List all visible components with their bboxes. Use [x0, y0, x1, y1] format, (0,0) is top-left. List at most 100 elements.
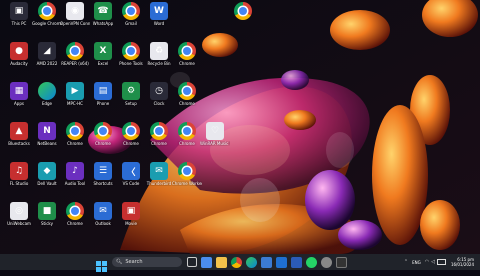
desktop-icon[interactable]: X Excel	[88, 42, 118, 72]
language-indicator[interactable]: ENG	[412, 260, 421, 265]
desktop-icon-label: Chrome	[151, 141, 167, 146]
desktop-icon[interactable]: W Word	[144, 2, 174, 32]
chrome-icon	[178, 82, 196, 100]
desktop-icon[interactable]: ♻ Recycle Bin	[144, 42, 174, 72]
app-icon: ⚙	[122, 82, 140, 100]
app-glyph: ⚙	[126, 86, 136, 96]
desktop-icon[interactable]: Chrome	[60, 202, 90, 232]
desktop-icon[interactable]: ◎ UniWebcam	[4, 202, 34, 232]
app-icon: ▣	[122, 202, 140, 220]
desktop-icon[interactable]: ▣ This PC	[4, 2, 34, 32]
desktop-icon-label: WinRAR Music Maker	[200, 141, 230, 146]
chrome-icon	[234, 2, 252, 20]
desktop-icon[interactable]: ☎ WhatsApp	[88, 2, 118, 32]
desktop-icon[interactable]: Chrome	[116, 122, 146, 152]
desktop-icon[interactable]: Chrome	[60, 122, 90, 152]
battery-icon[interactable]	[436, 259, 446, 265]
desktop-icon[interactable]: ⚙ Setup	[116, 82, 146, 112]
chrome-icon	[66, 42, 84, 60]
desktop-icon[interactable]: ☰ Shortcuts	[88, 162, 118, 192]
chrome-icon	[66, 202, 84, 220]
desktop-icon[interactable]: 〈 VS Code	[116, 162, 146, 192]
desktop-icon[interactable]: Google Chrome	[32, 2, 62, 32]
chrome-icon[interactable]	[231, 256, 242, 268]
desktop-icon[interactable]: ▤ Phone	[88, 82, 118, 112]
desktop-icon-label: Dell Vault	[37, 181, 57, 186]
wifi-icon[interactable]: ◠	[425, 259, 429, 265]
settings-icon[interactable]	[321, 256, 332, 268]
desktop-icon[interactable]: Edge	[32, 82, 62, 112]
app-glyph: ▤	[98, 86, 108, 96]
desktop-icon-label: WhatsApp	[92, 21, 114, 26]
app-icon: ✉	[94, 202, 112, 220]
desktop-icon[interactable]: Chrome	[88, 122, 118, 152]
desktop-icon-label: Outlook	[95, 221, 111, 226]
app-icon: 〈	[122, 162, 140, 180]
desktop-icon[interactable]: ◷ Clock	[144, 82, 174, 112]
desktop-icon[interactable]: Phone Tools	[116, 42, 146, 72]
desktop-icon-label: Edge	[41, 101, 53, 106]
desktop-icon[interactable]	[228, 2, 258, 32]
app-icon: ✉	[150, 162, 168, 180]
desktop-icon[interactable]: Gmail	[116, 2, 146, 32]
chrome-icon	[38, 2, 56, 20]
file-explorer-icon[interactable]	[216, 256, 227, 268]
app-icon: ▶	[66, 82, 84, 100]
app-icon: ◎	[10, 202, 28, 220]
desktop-icon[interactable]: Chrome	[172, 82, 202, 112]
desktop-icon[interactable]: REAPER (x64)	[60, 42, 90, 72]
taskbar-search[interactable]: 🔍︎ Search	[112, 257, 182, 267]
desktop-icon-label: Chrome	[179, 141, 195, 146]
desktop-icon[interactable]: ♫ FL Studio	[4, 162, 34, 192]
desktop-icon[interactable]: N NetBeans	[32, 122, 62, 152]
chevron-up-icon[interactable]: ⌃	[404, 259, 408, 265]
app-glyph: ▶	[71, 86, 79, 96]
desktop-icon-label: This PC	[11, 21, 27, 26]
app-glyph: ▲	[15, 126, 23, 136]
desktop-icon[interactable]: ♡ WinRAR Music Maker	[200, 122, 230, 152]
desktop-icon-label: Apps	[14, 101, 24, 106]
chrome-icon	[178, 162, 196, 180]
desktop-icon[interactable]: ◆ Dell Vault	[32, 162, 62, 192]
start-button[interactable]	[96, 257, 107, 272]
mail-icon[interactable]	[276, 256, 287, 268]
desktop-icon-label: Chrome	[67, 221, 83, 226]
edge-icon[interactable]	[246, 256, 257, 268]
chrome-icon	[178, 122, 196, 140]
app-icon: ◉	[66, 2, 84, 20]
desktop-icon[interactable]: ▣ Movie	[116, 202, 146, 232]
volume-icon[interactable]: ◁	[431, 259, 435, 265]
desktop-icon-label: Phone	[96, 101, 110, 106]
app-glyph: W	[154, 6, 164, 16]
widgets-icon[interactable]	[201, 256, 212, 268]
app-glyph: ♻	[154, 46, 164, 56]
desktop-icon[interactable]: ✉ Thunderbird	[144, 162, 174, 192]
task-view-icon[interactable]	[187, 257, 197, 267]
store-icon[interactable]	[261, 256, 272, 268]
desktop-icon[interactable]: ● Audacity	[4, 42, 34, 72]
desktop-icon[interactable]: Chrome	[172, 122, 202, 152]
desktop-icon[interactable]: ▶ MPC-HC	[60, 82, 90, 112]
app-icon: ♪	[66, 162, 84, 180]
app-icon: N	[38, 122, 56, 140]
terminal-icon[interactable]	[336, 256, 347, 268]
desktop-icon-label: Movie	[125, 221, 137, 226]
desktop-icon[interactable]: ◉ OpenVPN Connect	[60, 2, 90, 32]
desktop-icon[interactable]: Chrome	[172, 42, 202, 72]
word-icon[interactable]	[291, 256, 302, 268]
desktop-icon[interactable]: Chrome	[144, 122, 174, 152]
desktop-icon[interactable]: ▲ Bluestacks	[4, 122, 34, 152]
desktop-icon[interactable]: ✉ Outlook	[88, 202, 118, 232]
app-icon: ◆	[38, 162, 56, 180]
desktop-icon-label: MPC-HC	[67, 101, 83, 106]
desktop-icon[interactable]: ▦ Apps	[4, 82, 34, 112]
desktop-icon-label: Chrome	[95, 141, 111, 146]
app-icon: ▣	[10, 2, 28, 20]
whatsapp-icon[interactable]	[306, 256, 317, 268]
app-glyph: ✉	[99, 206, 107, 216]
desktop-icon[interactable]: Chrome Worker	[172, 162, 202, 192]
clock[interactable]: 6:15 pm 16/01/2024	[451, 257, 474, 267]
desktop-icon[interactable]: ■ Sticky	[32, 202, 62, 232]
desktop-icon[interactable]: ♪ Audio Tool	[60, 162, 90, 192]
desktop-icon[interactable]: ◢ AMD 2022	[32, 42, 62, 72]
